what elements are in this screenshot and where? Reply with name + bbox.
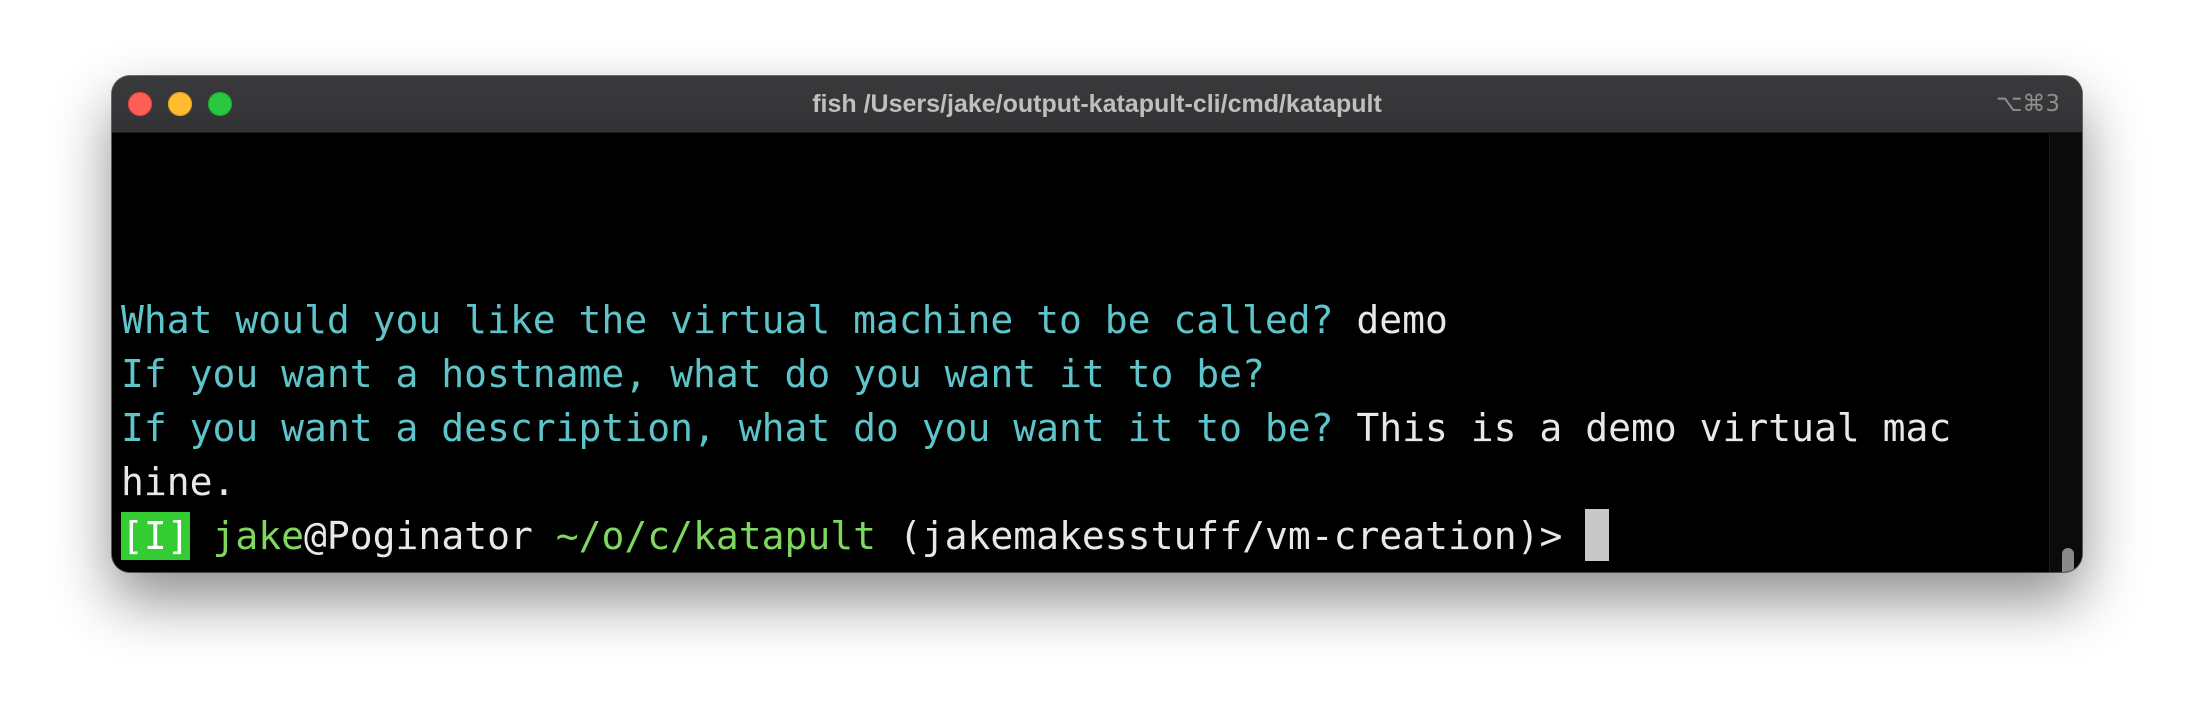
window-title: fish /Users/jake/output-katapult-cli/cmd… xyxy=(812,90,1382,118)
terminal-line: What would you like the virtual machine … xyxy=(121,293,1448,347)
question-text: If you want a description, what do you w… xyxy=(121,406,1334,450)
question-text: What would you like the virtual machine … xyxy=(121,298,1334,342)
vi-mode-badge: [I] xyxy=(121,512,190,560)
terminal-line: hine. xyxy=(121,455,235,509)
shell-prompt[interactable]: [I] jake@Poginator ~/o/c/katapult (jakem… xyxy=(121,509,1610,563)
scrollbar[interactable] xyxy=(2049,133,2082,572)
answer-text: demo xyxy=(1333,298,1448,342)
terminal-line: If you want a description, what do you w… xyxy=(121,401,1951,455)
question-text: If you want a hostname, what do you want… xyxy=(121,352,1265,396)
prompt-cwd: ~/o/c/katapult xyxy=(555,514,877,558)
answer-text-continued: hine. xyxy=(121,460,236,504)
prompt-git-branch: (jakemakesstuff/vm-creation)> xyxy=(898,514,1563,558)
window-shortcut: ⌥⌘3 xyxy=(1995,91,2060,117)
terminal-line: If you want a hostname, what do you want… xyxy=(121,347,1265,401)
title-bar[interactable]: fish /Users/jake/output-katapult-cli/cmd… xyxy=(112,76,2082,133)
prompt-host: @Poginator xyxy=(304,514,533,558)
prompt-user: jake xyxy=(212,514,305,558)
terminal-window: fish /Users/jake/output-katapult-cli/cmd… xyxy=(112,76,2082,572)
answer-text: This is a demo virtual mac xyxy=(1333,406,1952,450)
scrollbar-thumb[interactable] xyxy=(2062,548,2074,572)
text-cursor[interactable] xyxy=(1585,509,1610,561)
